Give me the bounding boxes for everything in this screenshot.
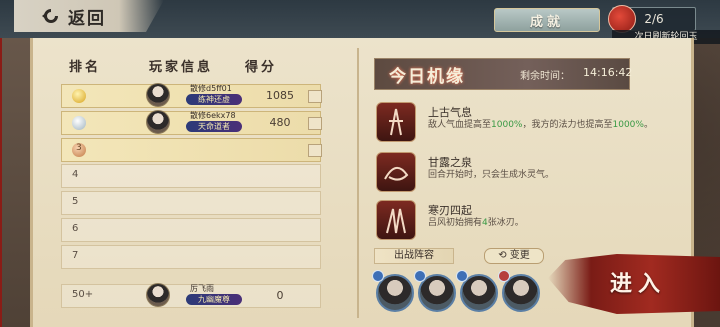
daily-fortune-title: 今日机缘 bbox=[389, 67, 465, 87]
back-button[interactable]: 返回 bbox=[14, 0, 164, 32]
element-badge-icon bbox=[414, 270, 426, 282]
remaining-time-label: 剩余时间： bbox=[520, 71, 570, 82]
header-score: 得分 bbox=[245, 60, 278, 75]
avatar bbox=[146, 110, 170, 134]
ice-blade-icon bbox=[376, 200, 416, 240]
element-badge-icon bbox=[456, 270, 468, 282]
player-title: 天命道者 bbox=[186, 121, 242, 132]
buff-item: 上古气息 敌人气血提高至1000%，我方的法力也提高至1000%。 bbox=[376, 102, 676, 146]
change-lineup-button[interactable]: ⟲ 变更 bbox=[484, 248, 544, 264]
avatar bbox=[146, 83, 170, 107]
player-score: 480 bbox=[269, 116, 291, 129]
rank-number: 6 bbox=[72, 223, 79, 234]
gift-icon[interactable] bbox=[308, 117, 322, 130]
sweet-spring-icon bbox=[376, 152, 416, 192]
buff-description: 吕风初始拥有4张冰刃。 bbox=[428, 218, 524, 228]
ranking-row-1[interactable]: 散修d5ff01 练神还虚 1085 bbox=[61, 83, 322, 108]
rank-number: 5 bbox=[72, 196, 79, 207]
header-player-info: 玩家信息 bbox=[149, 60, 214, 75]
player-title: 练神还虚 bbox=[186, 94, 242, 105]
back-label: 返回 bbox=[68, 8, 106, 29]
buff-name: 寒刃四起 bbox=[428, 204, 472, 217]
buff-description: 回合开始时，只会生成水灵气。 bbox=[428, 170, 555, 180]
gift-icon[interactable] bbox=[308, 144, 322, 157]
lineup-label: 出战阵容 bbox=[374, 248, 454, 264]
ranking-row-4: 4 bbox=[61, 164, 321, 188]
avatar bbox=[146, 283, 170, 307]
ranking-row-6: 6 bbox=[61, 218, 321, 242]
player-score: 1085 bbox=[266, 89, 294, 102]
silver-medal-icon bbox=[72, 116, 86, 130]
achievement-button[interactable]: 成就 bbox=[494, 8, 600, 32]
element-badge-icon bbox=[372, 270, 384, 282]
player-name: 散修6ekx78 bbox=[190, 111, 236, 120]
player-name: 散修d5ff01 bbox=[190, 84, 232, 93]
enter-label: 进入 bbox=[610, 272, 667, 297]
daily-fortune-header: 今日机缘 剩余时间： 14:16:42 bbox=[374, 58, 633, 90]
ancient-aura-icon bbox=[376, 102, 416, 142]
panel-divider bbox=[357, 48, 359, 318]
jade-icon bbox=[608, 5, 636, 33]
gift-icon[interactable] bbox=[308, 90, 322, 103]
ranking-row-3[interactable]: 3 bbox=[61, 138, 322, 162]
remaining-time-value: 14:16:42 bbox=[583, 66, 633, 79]
buff-item: 寒刃四起 吕风初始拥有4张冰刃。 bbox=[376, 200, 676, 244]
player-name: 厉飞雨 bbox=[190, 284, 214, 293]
player-score: 0 bbox=[276, 289, 284, 302]
buff-name: 甘露之泉 bbox=[428, 156, 472, 169]
back-swirl-icon bbox=[42, 9, 58, 23]
ranking-row-2[interactable]: 散修6ekx78 天命道者 480 bbox=[61, 110, 322, 135]
rank-number: 3 bbox=[76, 143, 82, 153]
element-badge-icon bbox=[498, 270, 510, 282]
player-title: 九幽魔尊 bbox=[186, 294, 242, 305]
counter-value: 2/6 bbox=[644, 12, 664, 26]
self-rank: 50+ bbox=[72, 289, 94, 300]
buff-name: 上古气息 bbox=[428, 106, 472, 119]
rank-number: 7 bbox=[72, 250, 79, 261]
buff-item: 甘露之泉 回合开始时，只会生成水灵气。 bbox=[376, 152, 676, 196]
gold-medal-icon bbox=[72, 89, 86, 103]
edge-decoration bbox=[0, 0, 2, 327]
rank-number: 4 bbox=[72, 169, 79, 180]
ranking-row-5: 5 bbox=[61, 191, 321, 215]
buff-description: 敌人气血提高至1000%，我方的法力也提高至1000%。 bbox=[428, 120, 653, 130]
self-ranking-row[interactable]: 50+ 厉飞雨 九幽魔尊 0 bbox=[61, 283, 321, 308]
ranking-row-7: 7 bbox=[61, 245, 321, 269]
header-rank: 排名 bbox=[69, 60, 102, 75]
